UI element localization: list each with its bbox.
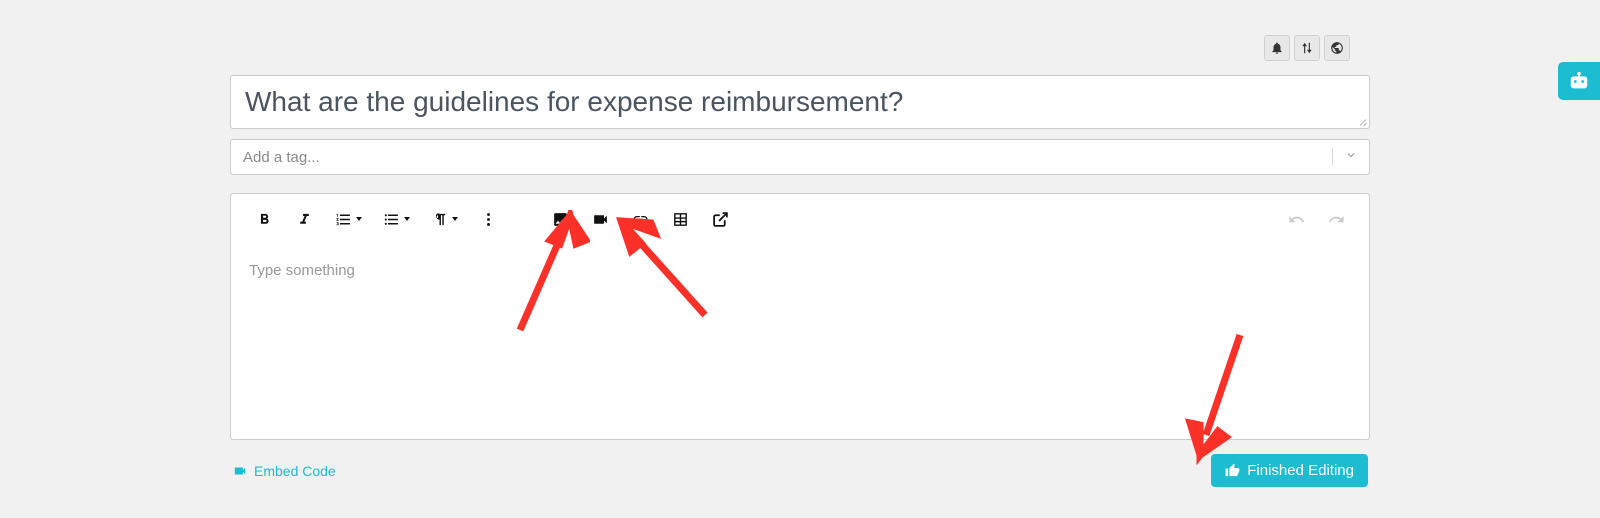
form-container: What are the guidelines for expense reim… bbox=[230, 0, 1370, 487]
question-title-input[interactable]: What are the guidelines for expense reim… bbox=[245, 86, 1355, 118]
sort-icon bbox=[1300, 41, 1314, 55]
finished-editing-button[interactable]: Finished Editing bbox=[1211, 454, 1368, 487]
paragraph-icon bbox=[431, 211, 448, 228]
link-icon bbox=[632, 211, 649, 228]
video-icon bbox=[232, 464, 248, 478]
dropdown-caret-icon bbox=[404, 217, 410, 221]
italic-button[interactable] bbox=[285, 202, 323, 236]
rich-text-editor: Type something bbox=[230, 193, 1370, 440]
insert-video-button[interactable] bbox=[581, 202, 619, 236]
chevron-down-icon bbox=[1345, 149, 1357, 161]
editor-placeholder: Type something bbox=[249, 262, 355, 279]
bell-icon bbox=[1270, 41, 1284, 55]
video-icon bbox=[592, 211, 609, 228]
top-actions-group bbox=[1264, 35, 1350, 61]
insert-link-button[interactable] bbox=[621, 202, 659, 236]
ordered-list-icon bbox=[335, 211, 352, 228]
sort-button[interactable] bbox=[1294, 35, 1320, 61]
insert-image-button[interactable] bbox=[541, 202, 579, 236]
bold-icon bbox=[256, 211, 273, 228]
insert-table-button[interactable] bbox=[661, 202, 699, 236]
visibility-button[interactable] bbox=[1324, 35, 1350, 61]
redo-button[interactable] bbox=[1317, 202, 1355, 236]
thumbs-up-icon bbox=[1225, 463, 1240, 478]
robot-icon bbox=[1568, 70, 1590, 92]
unordered-list-icon bbox=[383, 211, 400, 228]
open-external-button[interactable] bbox=[701, 202, 739, 236]
table-icon bbox=[672, 211, 689, 228]
image-icon bbox=[552, 211, 569, 228]
bottom-actions-row: Embed Code Finished Editing bbox=[230, 454, 1370, 487]
unordered-list-button[interactable] bbox=[373, 202, 419, 236]
finished-editing-label: Finished Editing bbox=[1247, 462, 1354, 479]
redo-icon bbox=[1328, 211, 1345, 228]
ordered-list-button[interactable] bbox=[325, 202, 371, 236]
paragraph-format-button[interactable] bbox=[421, 202, 467, 236]
dropdown-caret-icon bbox=[356, 217, 362, 221]
tag-dropdown-toggle[interactable] bbox=[1332, 148, 1357, 166]
more-vertical-icon bbox=[480, 211, 497, 228]
undo-button[interactable] bbox=[1277, 202, 1315, 236]
external-link-icon bbox=[712, 211, 729, 228]
editor-content[interactable]: Type something bbox=[231, 244, 1369, 439]
bold-button[interactable] bbox=[245, 202, 283, 236]
more-button[interactable] bbox=[469, 202, 507, 236]
help-bot-tab[interactable] bbox=[1558, 62, 1600, 100]
embed-code-label: Embed Code bbox=[254, 463, 336, 479]
tag-input[interactable] bbox=[243, 149, 1332, 166]
embed-code-link[interactable]: Embed Code bbox=[232, 463, 336, 479]
notifications-button[interactable] bbox=[1264, 35, 1290, 61]
globe-icon bbox=[1330, 41, 1344, 55]
editor-toolbar bbox=[231, 194, 1369, 244]
italic-icon bbox=[296, 211, 313, 228]
resize-handle[interactable] bbox=[1357, 116, 1367, 126]
dropdown-caret-icon bbox=[452, 217, 458, 221]
tag-selector[interactable] bbox=[230, 139, 1370, 175]
undo-icon bbox=[1288, 211, 1305, 228]
question-title-box[interactable]: What are the guidelines for expense reim… bbox=[230, 75, 1370, 129]
